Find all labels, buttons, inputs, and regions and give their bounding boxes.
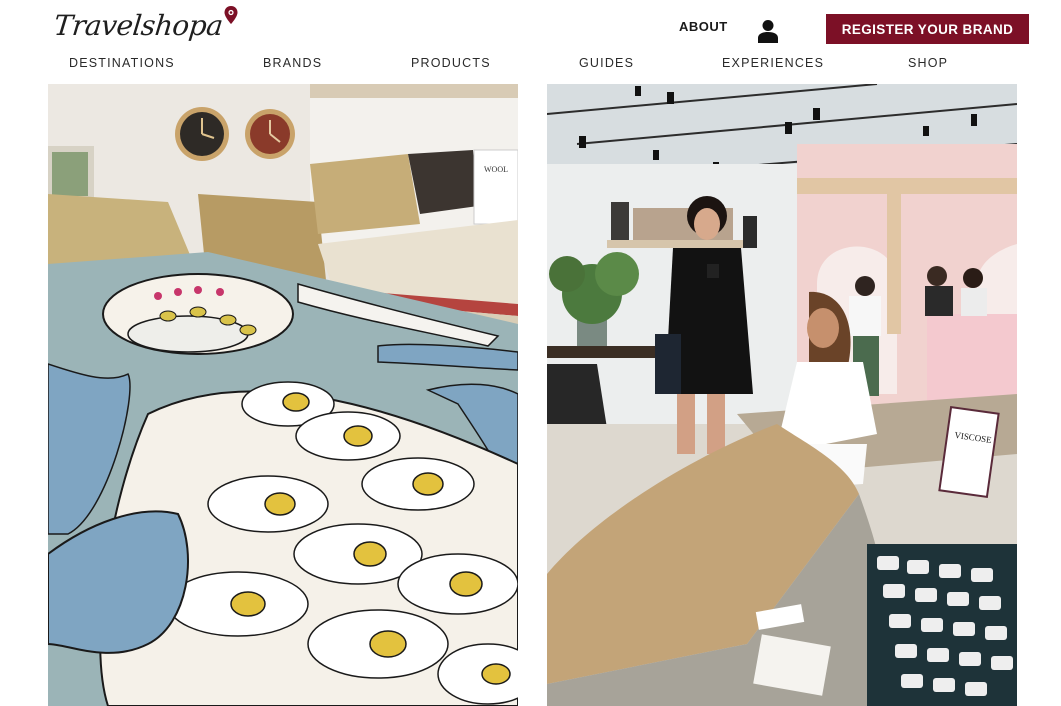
nav-destinations[interactable]: DESTINATIONS [69, 56, 175, 70]
nav-products[interactable]: PRODUCTS [411, 56, 491, 70]
site-header: Travelshopa ABOUT REGISTER YOUR BRAND DE… [0, 0, 1061, 82]
photo-showroom-rugs[interactable]: VISCOSE [547, 84, 1017, 706]
showroom-image: VISCOSE [547, 84, 1017, 706]
map-pin-icon [224, 6, 238, 24]
nav-brands[interactable]: BRANDS [263, 56, 322, 70]
wool-sign-text: WOOL [484, 165, 508, 174]
main-nav: DESTINATIONS BRANDS PRODUCTS GUIDES EXPE… [0, 54, 1061, 74]
register-brand-button[interactable]: REGISTER YOUR BRAND [826, 14, 1029, 44]
nav-experiences[interactable]: EXPERIENCES [722, 56, 824, 70]
site-logo[interactable]: Travelshopa [52, 6, 238, 48]
photo-peacock-rug[interactable]: WOOL [48, 84, 518, 706]
nav-shop[interactable]: SHOP [908, 56, 948, 70]
page: Travelshopa ABOUT REGISTER YOUR BRAND DE… [0, 0, 1061, 706]
logo-wordmark: Travelshopa [52, 9, 225, 42]
peacock-rug-image: WOOL [48, 84, 518, 706]
about-link[interactable]: ABOUT [679, 19, 728, 34]
nav-guides[interactable]: GUIDES [579, 56, 634, 70]
user-icon[interactable] [757, 19, 779, 43]
